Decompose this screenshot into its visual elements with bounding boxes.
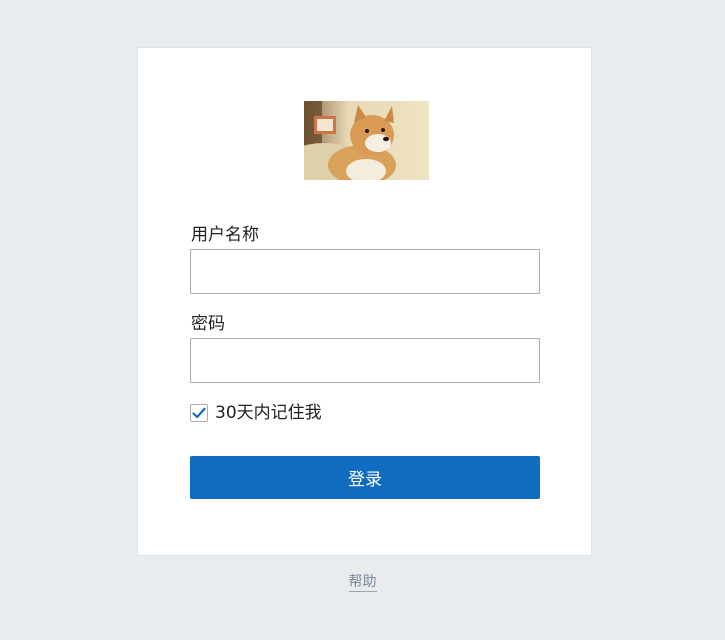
remember-me-row: 30天内记住我 xyxy=(190,402,322,424)
login-button[interactable]: 登录 xyxy=(190,456,540,499)
password-input[interactable] xyxy=(190,338,540,383)
help-link-container: 帮助 xyxy=(0,573,725,592)
login-card: 用户名称 密码 30天内记住我 登录 xyxy=(137,47,592,556)
remember-me-checkbox[interactable] xyxy=(190,404,208,422)
checkmark-icon xyxy=(192,407,206,419)
username-label: 用户名称 xyxy=(191,225,259,245)
password-label: 密码 xyxy=(191,314,225,334)
help-link[interactable]: 帮助 xyxy=(348,574,377,592)
remember-me-label: 30天内记住我 xyxy=(215,403,322,423)
shiba-dog-photo-icon xyxy=(304,101,429,180)
username-input[interactable] xyxy=(190,249,540,294)
login-page: 用户名称 密码 30天内记住我 登录 帮助 xyxy=(0,0,725,640)
